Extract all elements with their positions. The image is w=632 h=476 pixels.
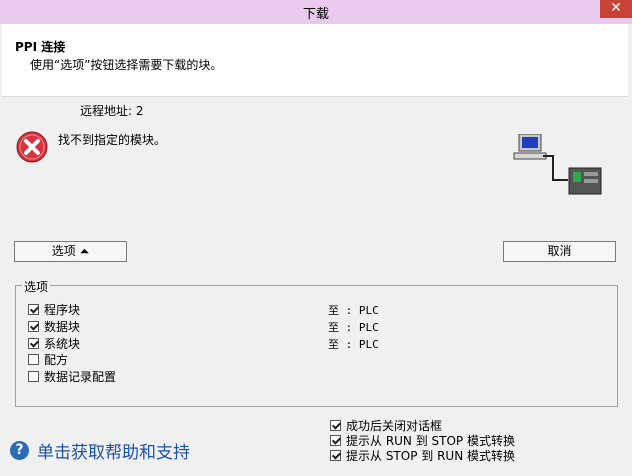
recipe-checkbox[interactable]: 配方: [28, 351, 68, 368]
pc-to-plc-icon: [511, 133, 607, 200]
checkbox-box[interactable]: [28, 304, 39, 315]
checkbox-box[interactable]: [28, 338, 39, 349]
system-block-checkbox[interactable]: 系统块: [28, 335, 80, 352]
checkbox-box[interactable]: [330, 450, 341, 461]
checkbox-label: 系统块: [44, 337, 81, 351]
window-title: 下载: [302, 7, 329, 22]
help-link-text[interactable]: 单击获取帮助和支持: [37, 438, 190, 463]
cancel-button[interactable]: 取消: [503, 241, 616, 262]
checkbox-box[interactable]: [28, 354, 39, 365]
error-x-icon: [16, 131, 48, 163]
program-block-checkbox[interactable]: 程序块: [28, 301, 80, 318]
options-toggle-button[interactable]: 选项 ⏶: [14, 241, 127, 262]
connection-title: PPI 连接: [15, 40, 66, 54]
data-log-config-checkbox[interactable]: 数据记录配置: [28, 368, 116, 385]
header-description: 使用“选项”按钮选择需要下载的块。: [30, 58, 223, 72]
data-block-destination: 至 : PLC: [328, 321, 379, 334]
help-icon[interactable]: ?: [10, 441, 29, 460]
help-link[interactable]: ? 单击获取帮助和支持: [10, 438, 190, 463]
checkbox-label: 提示从 STOP 到 RUN 模式转换: [346, 449, 515, 463]
data-block-checkbox[interactable]: 数据块: [28, 318, 80, 335]
options-group: [15, 285, 618, 407]
checkbox-box[interactable]: [28, 321, 39, 332]
options-group-legend: 选项: [22, 278, 51, 295]
close-button[interactable]: ✕: [600, 0, 632, 18]
title-bar: 下载 ✕: [0, 0, 632, 24]
checkbox-label: 程序块: [44, 303, 81, 317]
checkbox-box[interactable]: [330, 435, 341, 446]
error-message: 找不到指定的模块。: [58, 133, 167, 147]
prompt-stop-to-run-checkbox[interactable]: 提示从 STOP 到 RUN 模式转换: [330, 447, 515, 464]
checkbox-label: 配方: [44, 353, 69, 367]
program-block-destination: 至 : PLC: [328, 304, 379, 317]
remote-address: 远程地址: 2: [80, 104, 144, 118]
checkbox-box[interactable]: [28, 371, 39, 382]
dialog-header: PPI 连接 使用“选项”按钮选择需要下载的块。: [2, 24, 628, 97]
checkbox-box[interactable]: [330, 420, 341, 431]
checkbox-label: 数据块: [44, 320, 81, 334]
checkbox-label: 数据记录配置: [44, 370, 117, 384]
system-block-destination: 至 : PLC: [328, 338, 379, 351]
